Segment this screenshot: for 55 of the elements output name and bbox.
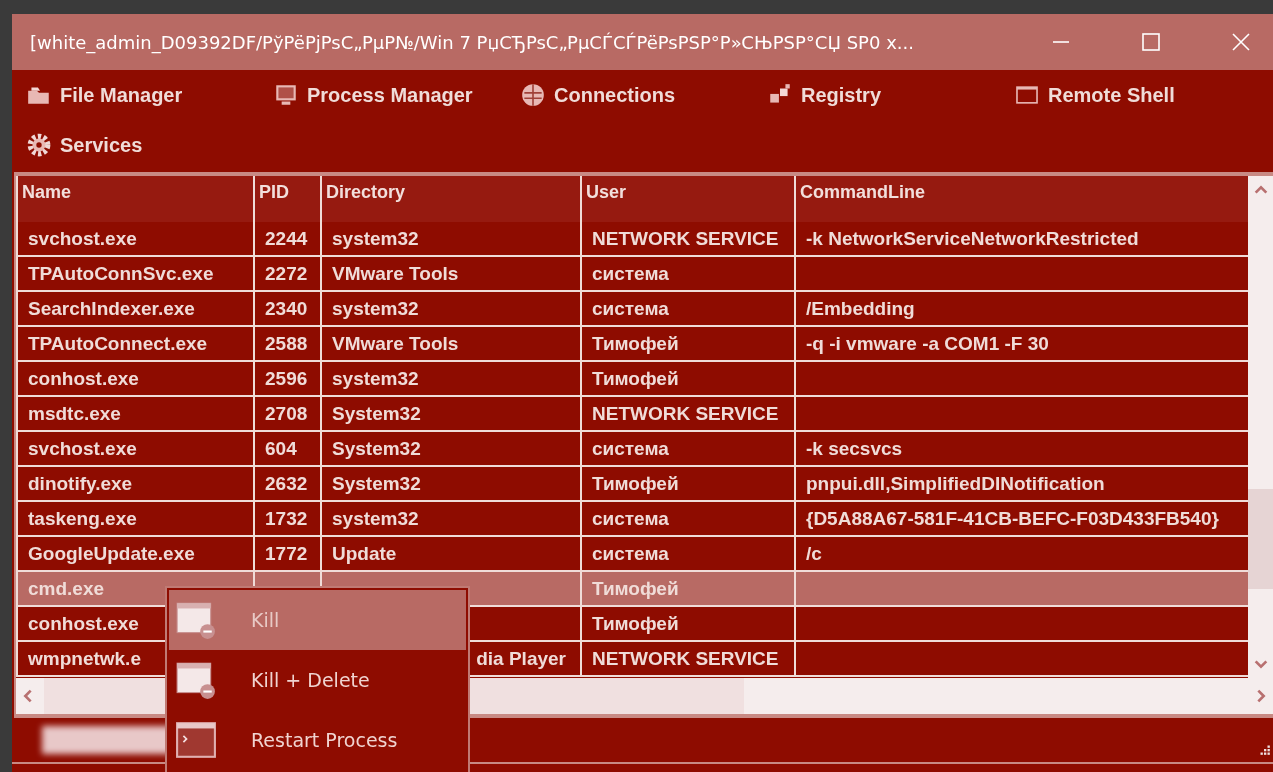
table-cell: -k secsvcs bbox=[806, 437, 903, 460]
table-cell: System32 bbox=[332, 437, 421, 460]
table-cell: система bbox=[592, 507, 669, 530]
table-cell: 604 bbox=[265, 437, 297, 460]
table-cell: система bbox=[592, 297, 669, 320]
table-cell: Тимофей bbox=[592, 332, 679, 355]
table-cell: Тимофей bbox=[592, 612, 679, 635]
table-cell: taskeng.exe bbox=[28, 507, 137, 530]
table-cell: NETWORK SERVICE bbox=[592, 227, 779, 250]
table-cell: wmpnetwk.e bbox=[28, 647, 141, 670]
table-cell: dia Player bbox=[476, 647, 566, 670]
table-cell: System32 bbox=[332, 402, 421, 425]
table-cell: 2588 bbox=[265, 332, 308, 355]
table-cell: NETWORK SERVICE bbox=[592, 647, 779, 670]
table-cell: Тимофей bbox=[592, 472, 679, 495]
table-cell: system32 bbox=[332, 227, 419, 250]
window-title: [white_admin_D09392DF/PўPëPjPsC„PµP№/Win 7 PџCЂPsC„PµCЃCЃPëPsPSP°P»CЊPSP°CЏ SP0 x... bbox=[29, 31, 915, 53]
table-cell: pnpui.dll,SimplifiedDINotification bbox=[806, 472, 1105, 495]
table-cell: Update bbox=[332, 542, 397, 565]
table-cell: Тимофей bbox=[592, 367, 679, 390]
table-cell: GoogleUpdate.exe bbox=[28, 542, 195, 565]
table-cell: 2272 bbox=[265, 262, 308, 285]
table-cell: {D5A88A67-581F-41CB-BEFC-F03D433FB540} bbox=[806, 507, 1219, 530]
table-cell: 1772 bbox=[265, 542, 308, 565]
table-cell: -k NetworkServiceNetworkRestricted bbox=[806, 227, 1139, 250]
table-cell: msdtc.exe bbox=[28, 402, 121, 425]
table-cell: conhost.exe bbox=[28, 367, 139, 390]
table-cell: 1732 bbox=[265, 507, 308, 530]
table-cell: VMware Tools bbox=[332, 262, 459, 285]
table-cell: VMware Tools bbox=[332, 332, 459, 355]
table-cell: 2244 bbox=[265, 227, 308, 250]
table-cell: svchost.exe bbox=[28, 227, 137, 250]
table-cell: -q -i vmware -a COM1 -F 30 bbox=[806, 332, 1049, 355]
table-cell: SearchIndexer.exe bbox=[28, 297, 195, 320]
table-cell: Тимофей bbox=[592, 577, 679, 600]
table-cell: TPAutoConnSvc.exe bbox=[28, 262, 214, 285]
table-cell: система bbox=[592, 437, 669, 460]
table-cell: 2340 bbox=[265, 297, 308, 320]
table-cell: System32 bbox=[332, 472, 421, 495]
table-cell: system32 bbox=[332, 367, 419, 390]
table-cell: 2708 bbox=[265, 402, 308, 425]
table-cell: /c bbox=[806, 542, 822, 565]
table-cell: 2596 bbox=[265, 367, 308, 390]
table-cell: cmd.exe bbox=[28, 577, 105, 600]
table-cell: conhost.exe bbox=[28, 612, 139, 635]
table-cell: NETWORK SERVICE bbox=[592, 402, 779, 425]
table-cell: 2632 bbox=[265, 472, 308, 495]
table-cell: dinotify.exe bbox=[28, 472, 133, 495]
table-cell: система bbox=[592, 262, 669, 285]
table-cell: svchost.exe bbox=[28, 437, 137, 460]
table-cell: TPAutoConnect.exe bbox=[28, 332, 208, 355]
table-cell: система bbox=[592, 542, 669, 565]
table-cell: system32 bbox=[332, 297, 419, 320]
table-cell: system32 bbox=[332, 507, 419, 530]
table-cell: /Embedding bbox=[806, 297, 915, 320]
